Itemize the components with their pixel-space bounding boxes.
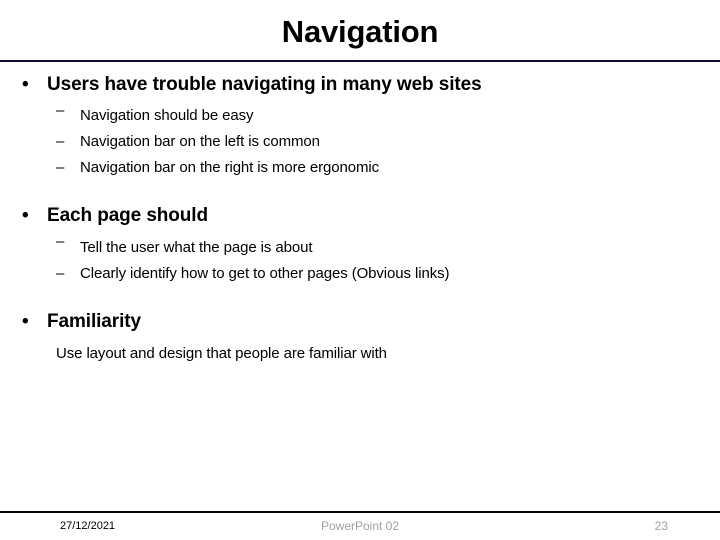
bullet-level2-1-3: – Navigation bar on the right is more er… [0,155,720,181]
bullet-level2-2-1-text: Tell the user what the page is about [80,239,313,256]
dash-marker-icon: – [56,233,65,250]
bullet-level1-1: • Users have trouble navigating in many … [0,72,720,98]
dash-marker-icon: – [56,265,65,282]
slide-title-block: Navigation [0,14,720,50]
bullet-level1-3: • Familiarity [0,309,720,335]
bullet-level2-1-2: – Navigation bar on the left is common [0,129,720,155]
slide-footer: 27/12/2021 PowerPoint 02 23 [0,518,720,536]
bullet-level1-1-text: Users have trouble navigating in many we… [47,74,482,95]
dash-marker-icon: – [56,133,65,150]
dash-marker-icon: – [56,159,65,176]
footer-page-number: 23 [654,519,668,533]
content-section-3: • Familiarity Use layout and design that… [0,309,720,367]
page-title: Navigation [281,14,439,49]
bullet-level2-3-1: Use layout and design that people are fa… [0,335,720,367]
bullet-level2-1-1-text: Navigation should be easy [80,107,254,124]
bullet-level1-2: • Each page should [0,203,720,229]
bullet-level1-3-text: Familiarity [47,311,141,332]
bullet-dot-icon: • [22,74,29,95]
dash-marker-icon: – [56,102,65,119]
bullet-level2-2-2-text: Clearly identify how to get to other pag… [80,265,450,282]
content-section-2: • Each page should – Tell the user what … [0,203,720,287]
bullet-level2-3-1-text: Use layout and design that people are fa… [56,345,387,362]
slide-canvas: Navigation • Users have trouble navigati… [0,0,720,540]
bullet-level2-1-1: – Navigation should be easy [0,98,720,129]
bullet-dot-icon: • [22,311,29,332]
bullet-level2-2-2: – Clearly identify how to get to other p… [0,261,720,287]
bullet-level1-2-text: Each page should [47,205,208,226]
bullet-level2-1-3-text: Navigation bar on the right is more ergo… [80,159,379,176]
bullet-level2-1-2-text: Navigation bar on the left is common [80,133,320,150]
footer-deck-label: PowerPoint 02 [320,519,400,533]
slide-body: • Users have trouble navigating in many … [0,72,720,367]
content-section-1: • Users have trouble navigating in many … [0,72,720,181]
bullet-dot-icon: • [22,205,29,226]
footer-divider-rule [0,511,720,513]
bullet-level2-2-1: – Tell the user what the page is about [0,229,720,261]
title-divider-rule [0,60,720,62]
